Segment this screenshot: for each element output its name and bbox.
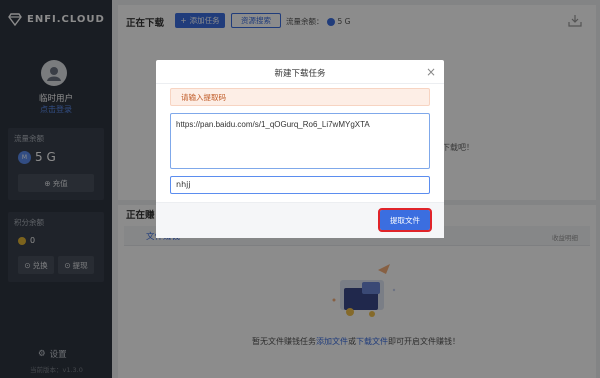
extract-file-button[interactable]: 提取文件 (378, 208, 432, 232)
close-icon[interactable]: × (426, 65, 436, 79)
extract-code-alert: 请输入提取码 (170, 88, 430, 106)
share-url-textarea[interactable]: https://pan.baidu.com/s/1_qOGurq_Ro6_Li7… (170, 113, 430, 169)
dialog-header: 新建下载任务 × (156, 60, 444, 84)
dialog-footer: 提取文件 (156, 202, 444, 238)
dialog-title: 新建下载任务 (274, 69, 326, 79)
new-download-dialog: 新建下载任务 × 请输入提取码 https://pan.baidu.com/s/… (156, 60, 444, 238)
extract-code-input[interactable]: nhjj (170, 176, 430, 194)
